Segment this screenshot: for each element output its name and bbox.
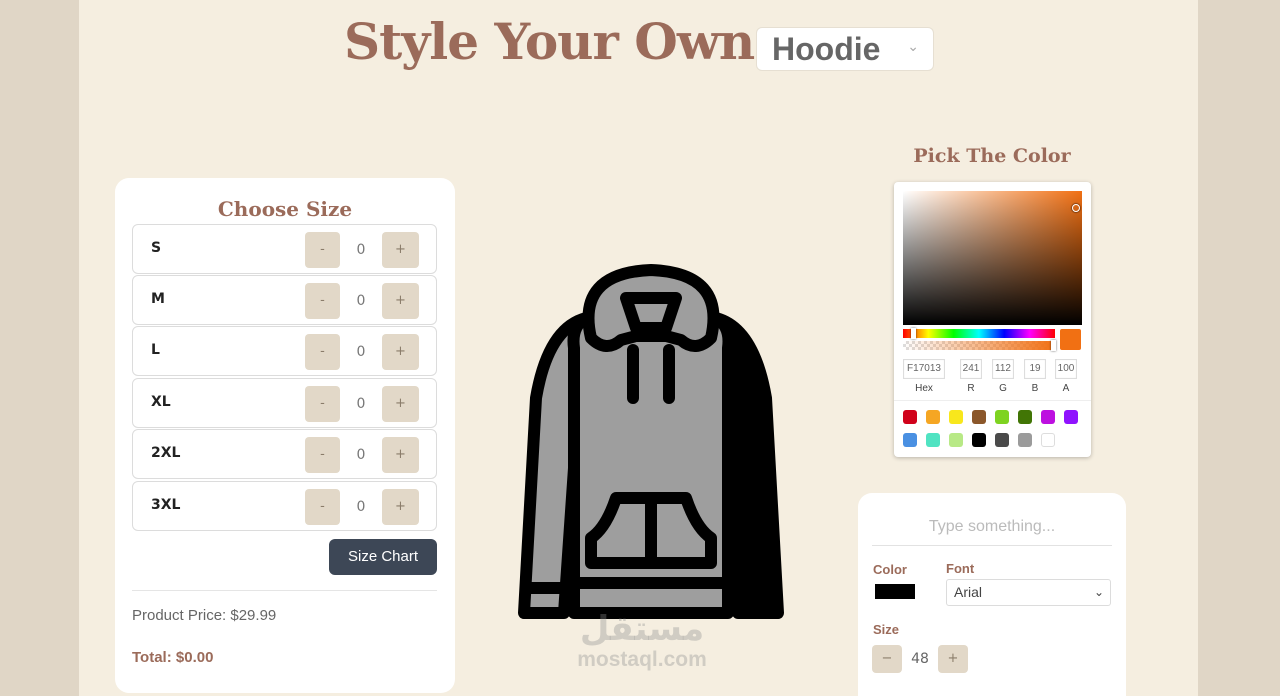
quantity-value[interactable]: 0 (340, 334, 382, 370)
preset-color-swatch[interactable] (903, 410, 917, 424)
font-select[interactable]: Arial ⌄ (946, 579, 1111, 606)
decrement-button[interactable]: - (305, 334, 340, 370)
preset-color-swatch[interactable] (1041, 410, 1055, 424)
order-total: Total: $0.00 (132, 649, 214, 666)
quantity-stepper: - 0 + (305, 489, 420, 525)
red-input[interactable]: 241 (960, 359, 982, 379)
preset-color-swatch[interactable] (972, 433, 986, 447)
hue-slider[interactable] (903, 328, 1055, 339)
product-type-select[interactable]: Hoodie ⌄ (756, 27, 934, 71)
size-row-l: L - 0 + (132, 326, 437, 376)
quantity-stepper: - 0 + (305, 437, 420, 473)
quantity-value[interactable]: 0 (340, 489, 382, 525)
size-panel: Choose Size S - 0 + M - 0 + L - 0 + XL -… (115, 178, 455, 693)
green-input[interactable]: 112 (992, 359, 1014, 379)
divider (894, 400, 1091, 401)
hue-handle[interactable] (911, 328, 916, 339)
size-chart-button[interactable]: Size Chart (329, 539, 437, 575)
watermark-arabic: مستقل (579, 609, 705, 649)
size-label: L (151, 342, 160, 358)
size-label: 2XL (151, 445, 181, 461)
quantity-value[interactable]: 0 (340, 232, 382, 268)
text-color-label: Color (873, 562, 907, 577)
watermark-latin: mostaql.com (577, 648, 707, 671)
size-row-3xl: 3XL - 0 + (132, 481, 437, 531)
chevron-down-icon: ⌄ (1093, 585, 1104, 599)
increment-button[interactable]: + (382, 437, 419, 473)
preset-color-swatch[interactable] (903, 433, 917, 447)
quantity-value[interactable]: 0 (340, 386, 382, 422)
green-label: G (999, 383, 1007, 394)
watermark-logo: مستقل mostaql.com (562, 610, 722, 672)
hex-label: Hex (915, 383, 933, 394)
decrement-button[interactable]: - (305, 283, 340, 319)
text-options-panel: Type something... Color Font Arial ⌄ Siz… (858, 493, 1126, 696)
increment-button[interactable]: + (938, 645, 968, 673)
product-type-value: Hoodie (772, 30, 881, 67)
size-panel-title: Choose Size (217, 197, 353, 221)
size-row-2xl: 2XL - 0 + (132, 429, 437, 479)
saturation-handle[interactable] (1072, 204, 1080, 212)
decrement-button[interactable]: - (305, 386, 340, 422)
preset-color-swatch[interactable] (972, 410, 986, 424)
alpha-label: A (1062, 383, 1070, 394)
preset-color-swatch[interactable] (949, 410, 963, 424)
blue-label: B (1031, 383, 1039, 394)
text-size-label: Size (873, 622, 900, 637)
increment-button[interactable]: + (382, 334, 419, 370)
alpha-input[interactable]: 100 (1055, 359, 1077, 379)
increment-button[interactable]: + (382, 283, 419, 319)
preset-color-swatch[interactable] (995, 433, 1009, 447)
saturation-area[interactable] (903, 191, 1082, 325)
current-color-swatch (1060, 329, 1081, 350)
preset-color-swatch[interactable] (1018, 433, 1032, 447)
size-row-xl: XL - 0 + (132, 378, 437, 428)
hoodie-preview[interactable] (516, 258, 786, 624)
increment-button[interactable]: + (382, 489, 419, 525)
decrement-button[interactable]: - (305, 437, 340, 473)
decrement-button[interactable]: - (305, 489, 340, 525)
red-label: R (967, 383, 975, 394)
alpha-slider[interactable] (903, 340, 1056, 351)
preset-color-swatch[interactable] (1018, 410, 1032, 424)
increment-button[interactable]: + (382, 232, 419, 268)
font-value: Arial (954, 584, 983, 600)
size-label: S (151, 240, 162, 256)
blue-input[interactable]: 19 (1024, 359, 1046, 379)
preset-color-swatch[interactable] (926, 410, 940, 424)
quantity-value[interactable]: 0 (340, 283, 382, 319)
custom-text-input[interactable]: Type something... (872, 513, 1112, 546)
preset-color-swatch[interactable] (1041, 433, 1055, 447)
preset-color-swatch[interactable] (926, 433, 940, 447)
divider (132, 590, 437, 591)
size-label: XL (151, 394, 171, 410)
size-row-s: S - 0 + (132, 224, 437, 274)
quantity-stepper: - 0 + (305, 386, 420, 422)
preset-color-swatch[interactable] (1064, 410, 1078, 424)
hex-input[interactable]: F17013 (903, 359, 945, 379)
color-picker: F17013 241 112 19 100 Hex R G B A (894, 182, 1091, 457)
chevron-down-icon: ⌄ (907, 39, 919, 55)
preset-color-swatch[interactable] (995, 410, 1009, 424)
quantity-value[interactable]: 0 (340, 437, 382, 473)
font-label: Font (946, 561, 975, 576)
size-label: M (151, 291, 165, 307)
text-size-value[interactable]: 48 (902, 645, 938, 673)
preset-color-swatch[interactable] (949, 433, 963, 447)
quantity-stepper: - 0 + (305, 334, 420, 370)
size-row-m: M - 0 + (132, 275, 437, 325)
text-size-stepper: − 48 + (872, 645, 968, 673)
alpha-handle[interactable] (1051, 340, 1056, 351)
increment-button[interactable]: + (382, 386, 419, 422)
decrement-button[interactable]: − (872, 645, 902, 673)
size-label: 3XL (151, 497, 181, 513)
quantity-stepper: - 0 + (305, 283, 420, 319)
text-color-swatch[interactable] (875, 584, 915, 599)
product-price: Product Price: $29.99 (132, 607, 277, 624)
quantity-stepper: - 0 + (305, 232, 420, 268)
color-picker-title: Pick The Color (913, 145, 1071, 167)
decrement-button[interactable]: - (305, 232, 340, 268)
page-title: Style Your Own (344, 12, 755, 71)
